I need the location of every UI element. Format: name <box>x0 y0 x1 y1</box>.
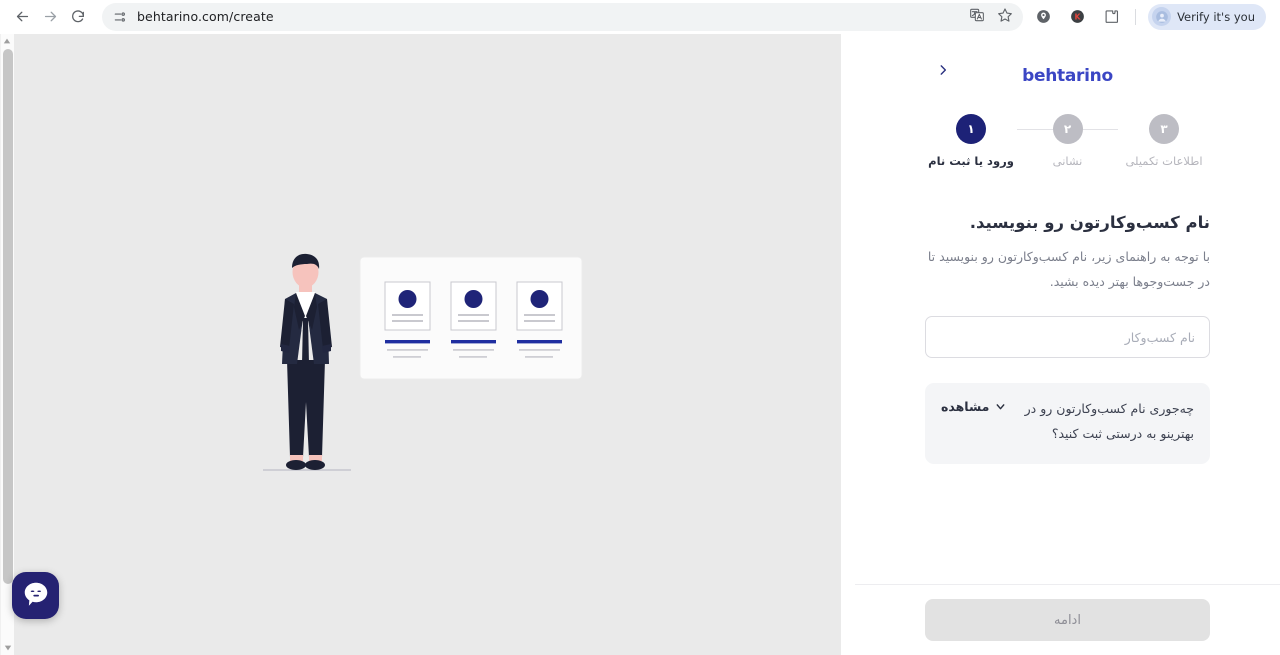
behtarino-logo: behtarino <box>1022 66 1113 86</box>
toolbar-divider <box>1135 8 1137 25</box>
help-accordion-toggle-label: مشاهده <box>941 399 990 415</box>
back-button[interactable] <box>8 3 36 31</box>
panel-gutter <box>841 34 855 655</box>
page-title: نام کسب‌وکارتون رو بنویسید. <box>969 213 1210 232</box>
chevron-right-icon[interactable] <box>931 58 955 82</box>
browser-window: behtarino.com/create K Verify it's you b… <box>0 0 1280 655</box>
chevron-down-icon <box>994 400 1007 413</box>
person-viewing-board-illustration <box>263 252 583 482</box>
panel-header: behtarino <box>925 34 1210 96</box>
page-subtitle: با توجه به راهنمای زیر، نام کسب‌وکارتون … <box>927 249 1210 289</box>
forward-button[interactable] <box>36 3 64 31</box>
browser-toolbar: behtarino.com/create K Verify it's you <box>0 0 1280 34</box>
stepper-step-3-label: اطلاعات تکمیلی <box>1125 154 1203 168</box>
verify-identity-label: Verify it's you <box>1177 9 1255 24</box>
business-name-field-wrapper <box>925 316 1210 359</box>
k-extension-icon[interactable]: K <box>1065 5 1089 29</box>
svg-text:K: K <box>1074 13 1081 22</box>
verify-identity-pill[interactable]: Verify it's you <box>1148 3 1266 30</box>
stepper-step-1-number: ۱ <box>956 114 986 144</box>
chat-bubble-icon <box>21 579 51 613</box>
reload-button[interactable] <box>64 3 92 31</box>
profile-avatar-icon <box>1152 7 1172 26</box>
toolbar-actions: K Verify it's you <box>1031 3 1280 30</box>
extensions-puzzle-icon[interactable] <box>1099 5 1123 29</box>
help-accordion-toggle[interactable]: مشاهده <box>941 397 1007 414</box>
page-content: behtarino ۳ اطلاعات تکمیلی ۲ نشانی ۱ ورو… <box>0 34 1280 655</box>
panel-footer: ادامه <box>855 584 1280 655</box>
stepper-step-3-number: ۳ <box>1149 114 1179 144</box>
stepper-step-1[interactable]: ۱ ورود یا ثبت نام <box>925 114 1017 168</box>
form-heading-block: نام کسب‌وکارتون رو بنویسید. با توجه به ر… <box>925 210 1210 294</box>
reload-icon <box>70 9 86 25</box>
illustration-canvas <box>0 34 841 655</box>
arrow-left-icon <box>14 8 31 25</box>
chat-widget-button[interactable] <box>12 572 59 619</box>
stepper-step-3[interactable]: ۳ اطلاعات تکمیلی <box>1118 114 1210 168</box>
address-bar[interactable]: behtarino.com/create <box>102 2 1024 31</box>
continue-button[interactable]: ادامه <box>925 599 1210 641</box>
stepper-step-2[interactable]: ۲ نشانی <box>1022 114 1114 168</box>
page-info-icon[interactable] <box>112 9 128 25</box>
arrow-right-icon <box>42 8 59 25</box>
stepper-step-1-label: ورود یا ثبت نام <box>928 154 1014 168</box>
translate-icon[interactable] <box>969 7 985 27</box>
help-accordion-question: چه‌جوری نام کسب‌وکارتون رو در بهترینو به… <box>1024 401 1194 441</box>
star-icon[interactable] <box>997 7 1013 27</box>
business-name-input[interactable] <box>925 316 1210 359</box>
stepper-step-2-number: ۲ <box>1052 114 1083 144</box>
lens-extension-icon[interactable] <box>1031 5 1055 29</box>
registration-panel: behtarino ۳ اطلاعات تکمیلی ۲ نشانی ۱ ورو… <box>855 34 1280 655</box>
help-accordion[interactable]: چه‌جوری نام کسب‌وکارتون رو در بهترینو به… <box>925 383 1210 464</box>
scroll-down-arrow-icon[interactable] <box>1 641 15 655</box>
page-scrollbar[interactable] <box>0 34 14 655</box>
stepper-step-2-label: نشانی <box>1052 154 1083 168</box>
url-text: behtarino.com/create <box>137 9 274 24</box>
scrollbar-thumb[interactable] <box>3 49 13 584</box>
scroll-up-arrow-icon[interactable] <box>0 34 14 48</box>
progress-stepper: ۳ اطلاعات تکمیلی ۲ نشانی ۱ ورود یا ثبت ن… <box>925 114 1210 168</box>
